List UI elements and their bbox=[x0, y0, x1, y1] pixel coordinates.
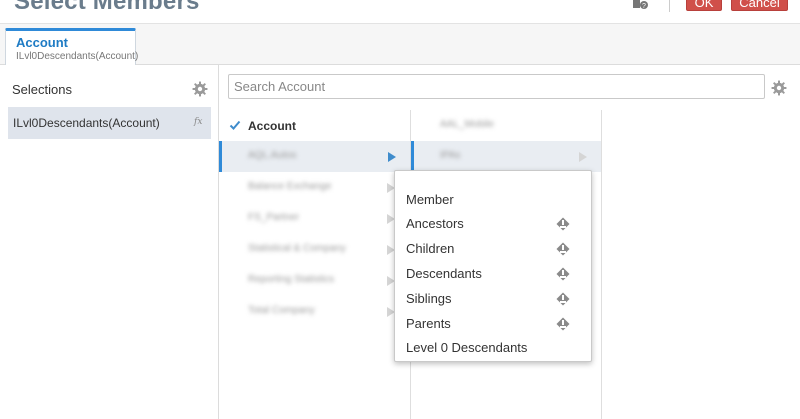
column-divider bbox=[601, 110, 602, 419]
member-label: Reporting Statistics bbox=[248, 274, 335, 285]
hierarchy-icon[interactable] bbox=[556, 292, 570, 306]
member-column: Account AQL.Autos Balance Exchange FS_Pa… bbox=[219, 110, 411, 419]
tab-title: Account bbox=[16, 35, 68, 50]
member-row[interactable]: AAL_Mobile bbox=[411, 110, 601, 141]
selection-item[interactable]: ILvl0Descendants(Account) fx bbox=[8, 107, 211, 139]
member-row[interactable]: AQL.Autos bbox=[219, 141, 411, 172]
selection-item-label: ILvl0Descendants(Account) bbox=[13, 116, 160, 130]
hierarchy-icon[interactable] bbox=[556, 267, 570, 281]
gear-icon[interactable] bbox=[192, 81, 208, 97]
member-root-row[interactable]: Account bbox=[219, 110, 411, 141]
menu-item-member[interactable]: Member bbox=[406, 192, 454, 207]
ok-button[interactable]: OK bbox=[686, 0, 722, 11]
selections-title: Selections bbox=[12, 82, 72, 97]
gear-icon[interactable] bbox=[771, 80, 787, 96]
member-row[interactable]: Reporting Statistics bbox=[219, 265, 411, 296]
hierarchy-icon[interactable] bbox=[556, 317, 570, 331]
member-label: AAL_Mobile bbox=[440, 119, 494, 130]
dimension-tab-bar: Account ILvl0Descendants(Account) bbox=[0, 24, 800, 66]
member-root-label: Account bbox=[248, 119, 296, 133]
hierarchy-icon[interactable] bbox=[556, 217, 570, 231]
member-row[interactable]: Total Company bbox=[219, 296, 411, 327]
selections-panel: Selections ILvl0Descendants(Account) fx bbox=[0, 65, 219, 419]
menu-item-ancestors[interactable]: Ancestors bbox=[406, 216, 464, 231]
search-input[interactable] bbox=[228, 74, 765, 99]
member-label: IPAs bbox=[440, 150, 461, 161]
expand-arrow-icon[interactable] bbox=[579, 152, 587, 162]
tab-subtitle: ILvl0Descendants(Account) bbox=[16, 51, 139, 62]
member-label: FS_Partner bbox=[248, 212, 300, 223]
expand-arrow-icon[interactable] bbox=[388, 152, 396, 162]
member-function-menu: Member Ancestors Children Descendants Si… bbox=[394, 170, 592, 362]
menu-item-parents[interactable]: Parents bbox=[406, 316, 451, 331]
menu-item-siblings[interactable]: Siblings bbox=[406, 291, 452, 306]
hierarchy-icon[interactable] bbox=[556, 242, 570, 256]
member-row[interactable]: IPAs bbox=[411, 141, 601, 172]
dialog-title: Select Members bbox=[14, 0, 200, 15]
member-label: Balance Exchange bbox=[248, 181, 332, 192]
check-icon bbox=[229, 120, 241, 130]
svg-text:?: ? bbox=[642, 3, 646, 10]
member-row[interactable]: Balance Exchange bbox=[219, 172, 411, 203]
menu-item-children[interactable]: Children bbox=[406, 241, 454, 256]
member-label: AQL.Autos bbox=[248, 150, 297, 161]
header-divider bbox=[669, 0, 670, 12]
cancel-button[interactable]: Cancel bbox=[731, 0, 788, 11]
member-row[interactable]: FS_Partner bbox=[219, 203, 411, 234]
help-icon[interactable]: ? bbox=[632, 0, 648, 10]
member-label: Statistical & Company bbox=[248, 243, 346, 254]
menu-item-level0-descendants[interactable]: Level 0 Descendants bbox=[406, 340, 527, 355]
dialog-header: Select Members ? OK Cancel bbox=[0, 0, 800, 24]
tab-account[interactable]: Account ILvl0Descendants(Account) bbox=[5, 28, 139, 66]
function-badge[interactable]: fx bbox=[194, 117, 202, 127]
member-label: Total Company bbox=[248, 305, 315, 316]
member-row[interactable]: Statistical & Company bbox=[219, 234, 411, 265]
menu-item-descendants[interactable]: Descendants bbox=[406, 266, 482, 281]
